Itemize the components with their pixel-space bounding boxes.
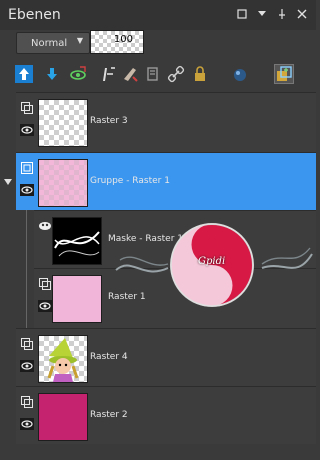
layer-name: Raster 3 xyxy=(90,116,128,126)
watermark-text: Gpidi xyxy=(198,256,226,267)
blend-mode-select[interactable]: Normal ▼ xyxy=(16,32,90,54)
window-controls xyxy=(236,8,308,20)
new-vector-layer-icon xyxy=(47,68,57,80)
visibility-eye-icon[interactable] xyxy=(20,183,34,197)
layer-icons xyxy=(20,161,36,197)
layer-type-icon xyxy=(20,101,34,115)
new-raster-layer-button[interactable] xyxy=(14,64,34,84)
layer-gruppe-raster-1[interactable]: Gruppe - Raster 1 xyxy=(16,152,316,210)
opacity-field[interactable]: 100 xyxy=(90,30,144,54)
new-mask-icon xyxy=(70,66,86,80)
layer-thumbnail xyxy=(38,393,88,441)
layer-thumbnail xyxy=(52,217,102,265)
panel-title: Ebenen xyxy=(8,7,61,23)
layer-type-icon xyxy=(20,337,34,351)
chevron-down-icon[interactable] xyxy=(256,8,268,20)
layer-properties-bar: Normal ▼ 100 xyxy=(0,30,316,56)
visibility-eye-icon[interactable] xyxy=(20,417,34,431)
blend-mode-value: Normal xyxy=(31,37,68,49)
link-icon xyxy=(167,65,185,83)
layer-name: Raster 2 xyxy=(90,410,128,420)
layer-group-icon xyxy=(277,66,292,81)
layer-raster-4[interactable]: Raster 4 xyxy=(16,328,316,386)
new-raster-layer-icon xyxy=(15,65,33,83)
group-expand-toggle[interactable] xyxy=(4,179,12,185)
mask-ball-button[interactable] xyxy=(230,64,250,84)
pin-icon[interactable] xyxy=(276,8,288,20)
layer-thumbnail xyxy=(52,275,102,323)
layer-name: Gruppe - Raster 1 xyxy=(90,176,170,186)
mask-type-icon xyxy=(38,219,52,233)
adjustment-layer-button[interactable] xyxy=(98,64,118,84)
chevron-down-icon: ▼ xyxy=(76,36,83,45)
layer-type-icon xyxy=(20,395,34,409)
layer-type-icon xyxy=(38,277,52,291)
adjust-icon-button[interactable] xyxy=(142,64,162,84)
layer-icons xyxy=(20,101,36,137)
new-vector-layer-button[interactable] xyxy=(42,64,62,84)
girl-image xyxy=(47,338,79,382)
layer-thumbnail xyxy=(38,99,88,147)
lock-button[interactable] xyxy=(190,64,210,84)
opacity-value: 100 xyxy=(113,34,133,45)
adjustment-layer-icon xyxy=(103,67,115,81)
layer-thumbnail xyxy=(38,335,88,383)
layer-toolbar xyxy=(0,60,316,88)
group-type-icon xyxy=(20,161,34,175)
close-icon[interactable] xyxy=(296,8,308,20)
restore-icon[interactable] xyxy=(236,8,248,20)
layer-name: Raster 4 xyxy=(90,352,128,362)
layer-raster-2[interactable]: Raster 2 xyxy=(16,386,316,444)
mask-ball-icon xyxy=(234,69,246,81)
edit-selection-icon xyxy=(124,68,138,82)
lock-icon xyxy=(195,66,205,81)
tree-line xyxy=(26,210,27,328)
visibility-eye-icon[interactable] xyxy=(38,299,52,313)
layer-icons xyxy=(20,395,36,431)
watermark-emblem: Gpidi xyxy=(112,220,316,310)
panel-bottom xyxy=(0,444,316,460)
panel-titlebar: Ebenen xyxy=(0,0,316,30)
new-mask-button[interactable] xyxy=(68,64,88,84)
layer-raster-3[interactable]: Raster 3 xyxy=(16,92,316,152)
edit-selection-button[interactable] xyxy=(120,64,140,84)
visibility-eye-icon[interactable] xyxy=(20,123,34,137)
link-button[interactable] xyxy=(166,64,186,84)
layer-icons xyxy=(20,337,36,373)
layer-thumbnail xyxy=(38,159,88,207)
layers-list: Raster 3 Gruppe - Raster 1 Maske - Raste… xyxy=(0,92,316,444)
visibility-eye-icon[interactable] xyxy=(20,359,34,373)
page-copy-icon xyxy=(147,67,158,81)
layer-group-button[interactable] xyxy=(274,64,294,84)
